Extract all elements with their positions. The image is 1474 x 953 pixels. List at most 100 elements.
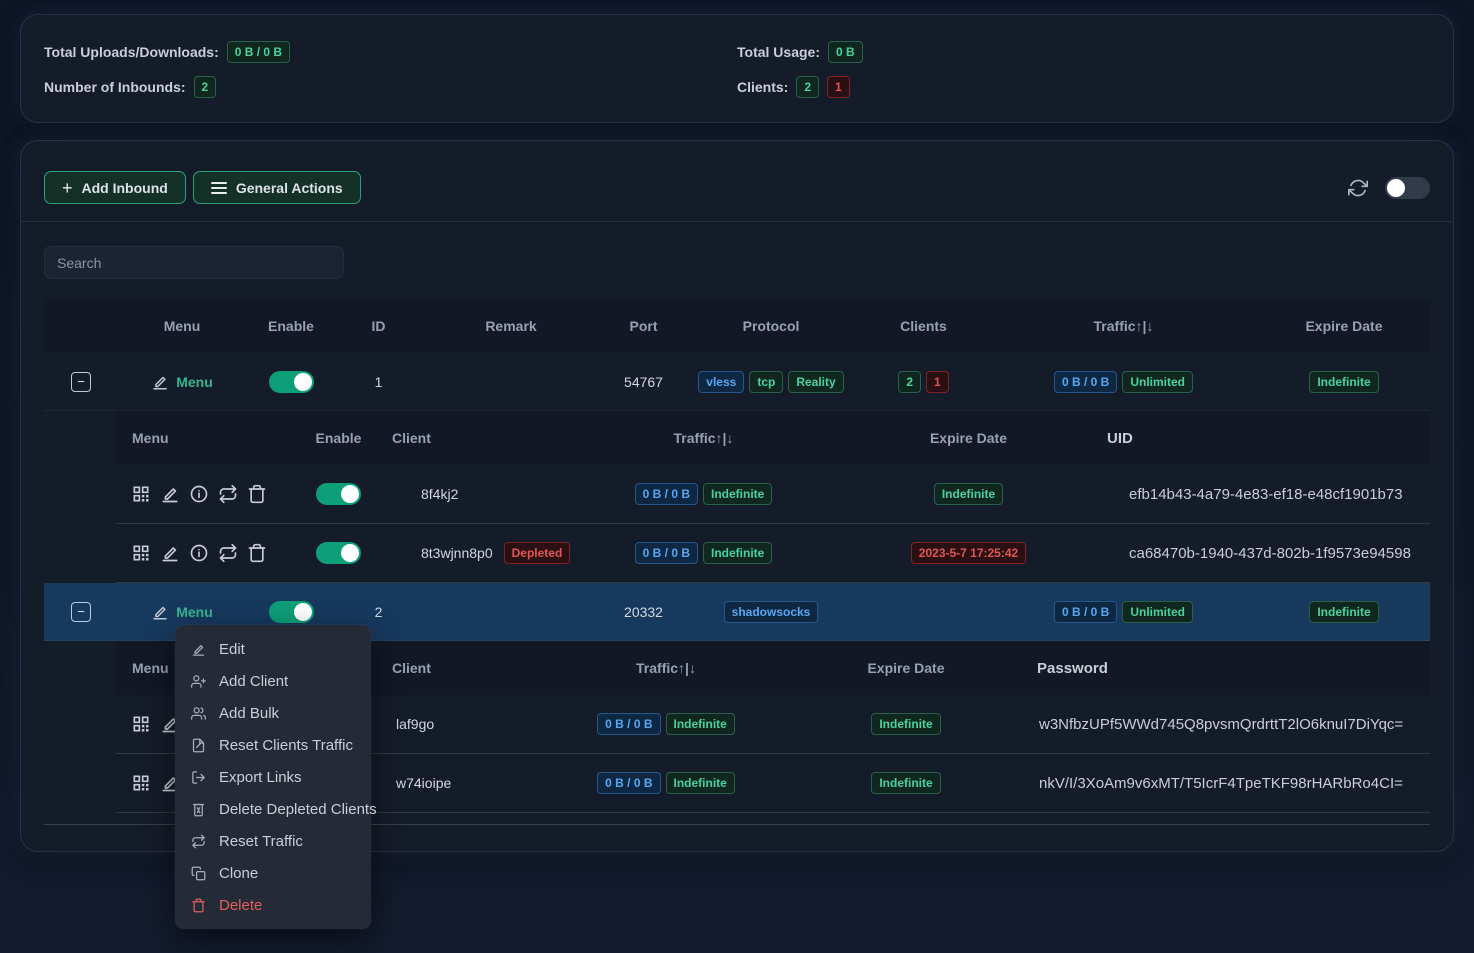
edit-client-icon[interactable] xyxy=(160,484,180,504)
export-icon xyxy=(191,770,206,785)
header-port: Port xyxy=(601,318,686,334)
menu-item-edit[interactable]: Edit xyxy=(175,633,371,665)
menu-item-label: Add Client xyxy=(219,673,288,690)
header-remark: Remark xyxy=(421,318,601,334)
stat-uploads-value: 0 B / 0 B xyxy=(227,41,290,63)
menu-item-label: Delete xyxy=(219,897,262,914)
search-input[interactable] xyxy=(44,246,344,279)
header-id: ID xyxy=(336,318,421,334)
header-menu: Menu xyxy=(116,430,301,446)
info-icon[interactable] xyxy=(189,484,209,504)
edit-pencil-icon xyxy=(151,603,169,621)
client-row-8t3wjnn8p0: 8t3wjnn8p0 Depleted 0 B / 0 B Indefinite… xyxy=(116,524,1430,583)
header-protocol: Protocol xyxy=(686,318,856,334)
loop-icon xyxy=(191,834,206,849)
client-name: w74ioipe xyxy=(376,775,541,791)
client-password: w3NfbzUPf5WWd745Q8pvsmQrdrttT2lO6knuI7Di… xyxy=(1021,716,1432,733)
client-name: laf9go xyxy=(376,716,541,732)
client-traffic-tag: 0 B / 0 B xyxy=(597,713,660,735)
header-traffic-sort[interactable]: Traffic↑|↓ xyxy=(561,430,846,446)
client-traffic-limit-tag: Indefinite xyxy=(703,542,772,564)
expire-tag: Indefinite xyxy=(1309,371,1378,393)
stat-total-usage: Total Usage: 0 B xyxy=(737,41,1430,63)
client-traffic-limit-tag: Indefinite xyxy=(666,772,735,794)
stat-inbound-count: Number of Inbounds: 2 xyxy=(44,76,737,98)
reset-traffic-icon[interactable] xyxy=(218,543,238,563)
protocol-tag: vless xyxy=(698,371,744,393)
inbound-menu-label: Menu xyxy=(176,604,213,620)
security-tag: Reality xyxy=(788,371,843,393)
traffic-tag: 0 B / 0 B xyxy=(1054,371,1117,393)
stat-clients-active: 2 xyxy=(796,76,819,98)
delete-client-icon[interactable] xyxy=(247,484,267,504)
menu-item-label: Delete Depleted Clients xyxy=(219,801,377,818)
header-menu: Menu xyxy=(118,318,246,334)
header-enable: Enable xyxy=(301,430,376,446)
inbound-menu-trigger[interactable]: Menu xyxy=(151,603,213,621)
client-expire-tag: Indefinite xyxy=(871,713,940,735)
client-uid: efb14b43-4a79-4e83-ef18-e48cf1901b73 xyxy=(1091,486,1432,503)
menu-item-delete-depleted-clients[interactable]: Delete Depleted Clients xyxy=(175,793,371,825)
stat-clients-depleted: 1 xyxy=(827,76,850,98)
client-password: nkV/I/3XoAm9v6xMT/T5IcrF4TpeTKF98rHARbRo… xyxy=(1021,775,1432,792)
menu-item-reset-clients-traffic[interactable]: Reset Clients Traffic xyxy=(175,729,371,761)
header-expire-date: Expire Date xyxy=(846,430,1091,446)
menu-item-label: Add Bulk xyxy=(219,705,279,722)
enable-toggle[interactable] xyxy=(269,601,314,623)
info-icon[interactable] xyxy=(189,543,209,563)
client-enable-toggle[interactable] xyxy=(316,483,361,505)
file-reset-icon xyxy=(191,738,206,753)
header-traffic-sort[interactable]: Traffic↑|↓ xyxy=(991,318,1256,334)
client-traffic-tag: 0 B / 0 B xyxy=(597,772,660,794)
menu-item-label: Reset Clients Traffic xyxy=(219,737,353,754)
dark-mode-toggle[interactable] xyxy=(1385,177,1430,199)
clients-table-1-header: Menu Enable Client Traffic↑|↓ Expire Dat… xyxy=(116,411,1430,465)
inbound-id: 2 xyxy=(336,604,421,620)
collapse-button[interactable]: − xyxy=(71,602,91,622)
client-traffic-limit-tag: Indefinite xyxy=(703,483,772,505)
add-inbound-button[interactable]: + Add Inbound xyxy=(44,171,186,204)
menu-item-delete[interactable]: Delete xyxy=(175,889,371,921)
stat-inbounds-value: 2 xyxy=(194,76,217,98)
client-traffic-tag: 0 B / 0 B xyxy=(635,542,698,564)
header-traffic-sort[interactable]: Traffic↑|↓ xyxy=(541,660,791,676)
stat-clients-count: Clients: 2 1 xyxy=(737,76,1430,98)
qrcode-icon[interactable] xyxy=(131,773,151,793)
inbound-menu-label: Menu xyxy=(176,374,213,390)
inbound-menu-trigger[interactable]: Menu xyxy=(151,373,213,391)
header-enable: Enable xyxy=(246,318,336,334)
menu-item-label: Edit xyxy=(219,641,245,658)
menu-item-reset-traffic[interactable]: Reset Traffic xyxy=(175,825,371,857)
transport-tag: tcp xyxy=(749,371,783,393)
client-enable-toggle[interactable] xyxy=(316,542,361,564)
qrcode-icon[interactable] xyxy=(131,714,151,734)
edit-client-icon[interactable] xyxy=(160,543,180,563)
inbound-row-1: − Menu 1 54767 vless tcp Reality xyxy=(44,353,1430,411)
refresh-icon[interactable] xyxy=(1348,178,1368,198)
collapse-button[interactable]: − xyxy=(71,372,91,392)
inbounds-table-header: Menu Enable ID Remark Port Protocol Clie… xyxy=(44,299,1430,353)
menu-item-add-bulk[interactable]: Add Bulk xyxy=(175,697,371,729)
qrcode-icon[interactable] xyxy=(131,484,151,504)
menu-item-label: Export Links xyxy=(219,769,302,786)
delete-client-icon[interactable] xyxy=(247,543,267,563)
inbound-port: 20332 xyxy=(601,604,686,620)
header-password: Password xyxy=(1021,660,1432,677)
reset-traffic-icon[interactable] xyxy=(218,484,238,504)
menu-item-clone[interactable]: Clone xyxy=(175,857,371,889)
toolbar: + Add Inbound General Actions xyxy=(21,141,1453,222)
stat-usage-value: 0 B xyxy=(828,41,863,63)
bin-icon xyxy=(191,802,206,817)
traffic-tag: 0 B / 0 B xyxy=(1054,601,1117,623)
menu-item-label: Clone xyxy=(219,865,258,882)
menu-item-export-links[interactable]: Export Links xyxy=(175,761,371,793)
header-uid: UID xyxy=(1091,430,1432,447)
client-name: 8t3wjnn8p0 xyxy=(421,545,493,561)
client-expire-tag: Indefinite xyxy=(871,772,940,794)
qrcode-icon[interactable] xyxy=(131,543,151,563)
client-row-8f4kj2: 8f4kj2 0 B / 0 B Indefinite Indefinite e… xyxy=(116,465,1430,524)
general-actions-button[interactable]: General Actions xyxy=(193,171,361,204)
menu-item-add-client[interactable]: Add Client xyxy=(175,665,371,697)
header-expire-date: Expire Date xyxy=(1256,318,1432,334)
enable-toggle[interactable] xyxy=(269,371,314,393)
